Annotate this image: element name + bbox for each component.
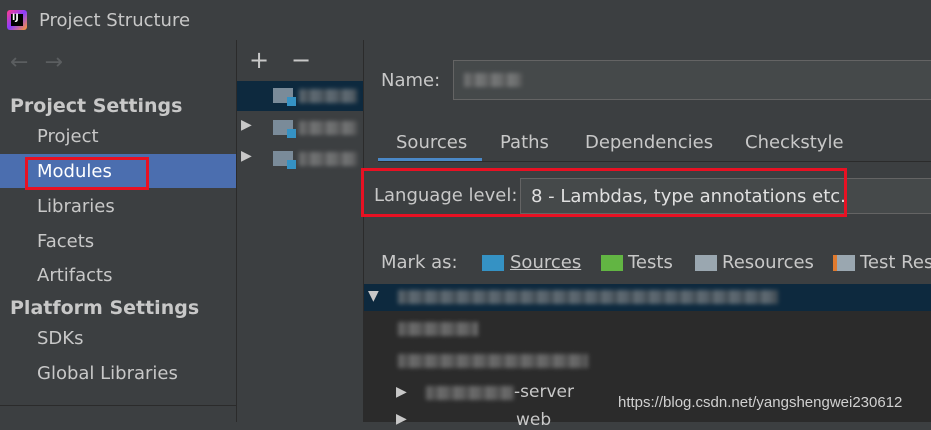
platform-settings-header: Platform Settings (10, 297, 200, 319)
title-bar: IJ Project Structure (0, 0, 931, 40)
tab-divider (378, 161, 931, 162)
mark-as-label: Mark as: (381, 252, 458, 273)
mark-tests-button[interactable]: Tests (628, 252, 673, 273)
blurred-path (398, 290, 778, 304)
sidebar: ←→ Project Settings Project Modules Libr… (0, 40, 237, 422)
collapse-arrow-icon[interactable]: ▼ (368, 288, 379, 304)
module-folder-icon (273, 151, 296, 169)
forward-arrow-icon[interactable]: → (44, 50, 78, 75)
blurred-folder (426, 386, 514, 400)
watermark: https://blog.csdn.net/yangshengwei230612 (618, 394, 903, 411)
blurred-module-name (299, 152, 357, 166)
nav-arrows: ←→ (10, 50, 79, 75)
intellij-logo-icon: IJ (7, 10, 27, 30)
name-input[interactable] (453, 60, 931, 100)
tab-paths[interactable]: Paths (500, 132, 549, 153)
language-level-highlight-box (361, 168, 847, 217)
sidebar-item-project[interactable]: Project (37, 126, 99, 147)
sidebar-item-facets[interactable]: Facets (37, 231, 94, 252)
blurred-module-name (299, 89, 357, 103)
tab-dependencies[interactable]: Dependencies (585, 132, 713, 153)
remove-button[interactable]: − (291, 46, 311, 74)
mark-resources-button[interactable]: Resources (722, 252, 814, 273)
expand-arrow-icon[interactable]: ▶ (241, 148, 252, 164)
mark-test-resources-button[interactable]: Test Res (860, 252, 931, 273)
name-label: Name: (381, 70, 441, 91)
sidebar-item-artifacts[interactable]: Artifacts (37, 265, 112, 286)
blurred-module-name (299, 121, 357, 135)
sources-folder-icon (482, 255, 504, 271)
window-title: Project Structure (39, 10, 191, 31)
tests-folder-icon (601, 255, 623, 271)
blurred-name-value (464, 73, 522, 87)
back-arrow-icon[interactable]: ← (10, 50, 44, 75)
add-button[interactable]: + (249, 46, 269, 74)
tab-checkstyle[interactable]: Checkstyle (745, 132, 844, 153)
resources-folder-icon (695, 255, 717, 271)
mark-sources-button[interactable]: Sources (510, 252, 581, 273)
project-settings-header: Project Settings (10, 95, 183, 117)
sidebar-item-global-libraries[interactable]: Global Libraries (37, 363, 178, 384)
module-editor: Name: Sources Paths Dependencies Checkst… (361, 40, 931, 430)
module-folder-icon (273, 88, 296, 106)
module-list-panel: + − ▶ ▶ (237, 40, 364, 422)
expand-arrow-icon[interactable]: ▶ (241, 117, 252, 133)
tree-item-web[interactable]: web (516, 410, 551, 430)
tree-item-server[interactable]: -server (514, 382, 574, 402)
divider (0, 405, 236, 406)
test-resources-folder-icon (833, 255, 855, 271)
sidebar-item-libraries[interactable]: Libraries (37, 196, 115, 217)
modules-highlight-box (25, 157, 149, 190)
sidebar-item-sdks[interactable]: SDKs (37, 328, 83, 349)
blurred-folder (398, 322, 478, 336)
blurred-folder (398, 354, 588, 368)
module-folder-icon (273, 120, 296, 138)
tree-row-selected[interactable]: ▼ (364, 284, 931, 311)
tab-sources[interactable]: Sources (396, 132, 467, 153)
expand-arrow-icon[interactable]: ▶ (396, 384, 407, 400)
expand-arrow-icon[interactable]: ▶ (396, 411, 407, 427)
module-row-selected[interactable] (237, 81, 363, 111)
